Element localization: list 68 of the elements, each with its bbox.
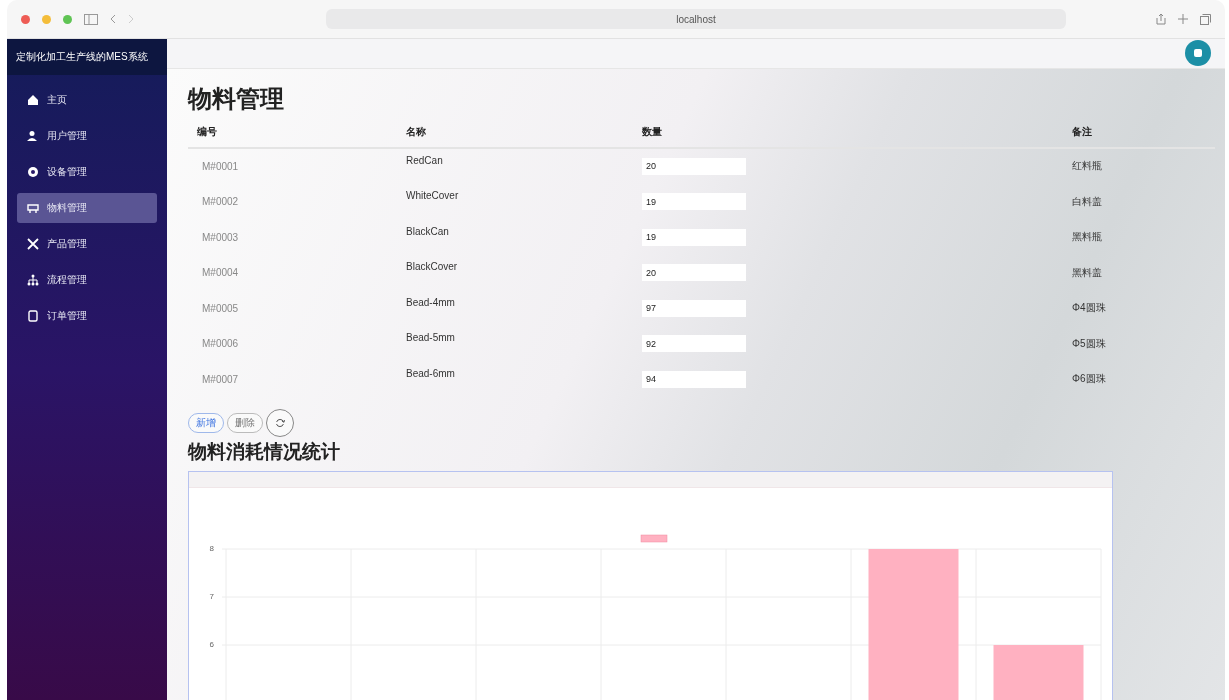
- table-cell: 红料瓶: [1072, 159, 1102, 174]
- table-cell: M#0002: [202, 196, 239, 208]
- quantity-field[interactable]: 20: [642, 157, 746, 175]
- plus-icon[interactable]: [1178, 14, 1188, 24]
- nav-item[interactable]: 产品管理: [17, 229, 157, 259]
- nav-item[interactable]: 用户管理: [17, 121, 157, 151]
- column-header: 数量: [633, 120, 1063, 149]
- refresh-icon: [275, 418, 285, 428]
- zoom-dot[interactable]: [63, 14, 72, 24]
- table-cell: Bead-4mm: [406, 296, 455, 308]
- quantity-field[interactable]: 97: [642, 299, 746, 317]
- table-cell: M#0001: [202, 160, 239, 172]
- column-header: 名称: [397, 120, 633, 149]
- table-cell: 黑料瓶: [1072, 230, 1102, 245]
- app-title: 定制化加工生产线的MES系统: [16, 50, 148, 64]
- quantity-field[interactable]: 19: [642, 228, 746, 246]
- table-cell: M#0007: [202, 373, 239, 385]
- tabs-icon[interactable]: [1200, 13, 1211, 25]
- table-cell: Φ5圆珠: [1072, 336, 1106, 351]
- y-tick-label: 8: [209, 544, 214, 553]
- table-cell: M#0005: [202, 302, 239, 314]
- quantity-field[interactable]: 92: [642, 335, 746, 353]
- back-icon[interactable]: [110, 14, 116, 24]
- nav-item[interactable]: 主页: [17, 85, 157, 115]
- quantity-field[interactable]: 20: [642, 264, 746, 282]
- quantity-field[interactable]: 94: [642, 370, 746, 388]
- share-icon[interactable]: [1156, 13, 1166, 25]
- table-cell: WhiteCover: [406, 190, 459, 201]
- forward-icon[interactable]: [128, 14, 134, 24]
- table-cell: Φ6圆珠: [1072, 372, 1106, 387]
- table-cell: Φ4圆珠: [1072, 301, 1106, 316]
- table-cell: RedCan: [406, 154, 443, 166]
- table-cell: M#0006: [202, 338, 239, 350]
- nav-item[interactable]: 流程管理: [17, 265, 157, 295]
- nav-item[interactable]: 订单管理: [17, 301, 157, 331]
- nav-item[interactable]: 物料管理: [17, 193, 157, 223]
- table-cell: BlackCan: [406, 225, 449, 237]
- disc-icon: [27, 166, 39, 178]
- table-cell: BlackCover: [406, 261, 458, 272]
- table-cell: M#0004: [202, 267, 239, 279]
- column-header: 编号: [188, 120, 397, 149]
- legend-swatch: [640, 534, 668, 543]
- sidebar-toggle-icon[interactable]: [84, 13, 98, 25]
- add-button[interactable]: 新增: [188, 413, 224, 433]
- page-title: 物料管理: [188, 83, 285, 114]
- refresh-button[interactable]: [266, 409, 294, 437]
- y-tick-label: 6: [209, 640, 214, 649]
- delete-button[interactable]: 删除: [227, 413, 263, 433]
- rack-icon: [27, 202, 39, 214]
- minimize-dot[interactable]: [42, 14, 51, 24]
- quantity-field[interactable]: 19: [642, 193, 746, 211]
- close-dot[interactable]: [21, 14, 30, 24]
- address-bar[interactable]: localhost: [326, 9, 1066, 29]
- avatar[interactable]: [1185, 40, 1211, 67]
- table-cell: 黑料盖: [1072, 265, 1102, 280]
- column-header: 备注: [1063, 120, 1215, 149]
- user-icon: [27, 130, 39, 142]
- hierarchy-icon: [27, 274, 39, 286]
- nav-item[interactable]: 设备管理: [17, 157, 157, 187]
- tools-icon: [27, 238, 39, 250]
- y-tick-label: 7: [209, 592, 214, 601]
- document-icon: [27, 310, 39, 322]
- table-cell: M#0003: [202, 231, 239, 243]
- table-cell: Bead-5mm: [406, 332, 455, 343]
- chart-title: 物料消耗情况统计: [188, 440, 341, 464]
- table-cell: Bead-6mm: [406, 367, 455, 379]
- home-icon: [27, 94, 39, 106]
- table-cell: 白料盖: [1072, 194, 1102, 209]
